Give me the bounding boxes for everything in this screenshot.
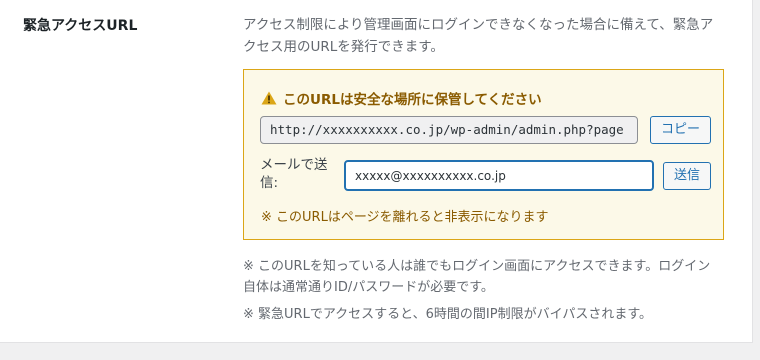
emergency-url-field[interactable]: http://xxxxxxxxxx.co.jp/wp-admin/admin.p…	[260, 116, 638, 144]
send-button[interactable]: 送信	[663, 162, 711, 190]
url-notice-box: このURLは安全な場所に保管してください http://xxxxxxxxxx.c…	[243, 69, 724, 240]
note-ip-bypass: ※ 緊急URLでアクセスすると、6時間の間IP制限がバイパスされます。	[243, 307, 653, 322]
notice-title: このURLは安全な場所に保管してください	[261, 88, 542, 108]
mail-send-label: メールで送信:	[260, 157, 328, 191]
emergency-url-description: アクセス制限により管理画面にログインできなくなった場合に備えて、緊急アクセス用の…	[243, 17, 714, 55]
email-field[interactable]	[344, 160, 654, 191]
hide-notice-text: ※ このURLはページを離れると非表示になります	[261, 210, 549, 225]
notice-title-text: このURLは安全な場所に保管してください	[283, 92, 542, 108]
settings-card: 緊急アクセスURL アクセス制限により管理画面にログインできなくなった場合に備え…	[0, 0, 753, 343]
notes-list: ※ このURLを知っている人は誰でもログイン画面にアクセスできます。ログイン自体…	[243, 256, 723, 331]
copy-button[interactable]: コピー	[650, 116, 711, 144]
warning-triangle-icon	[261, 91, 277, 105]
emergency-url-label: 緊急アクセスURL	[23, 18, 138, 34]
note-access-anyone: ※ このURLを知っている人は誰でもログイン画面にアクセスできます。ログイン自体…	[243, 259, 711, 295]
